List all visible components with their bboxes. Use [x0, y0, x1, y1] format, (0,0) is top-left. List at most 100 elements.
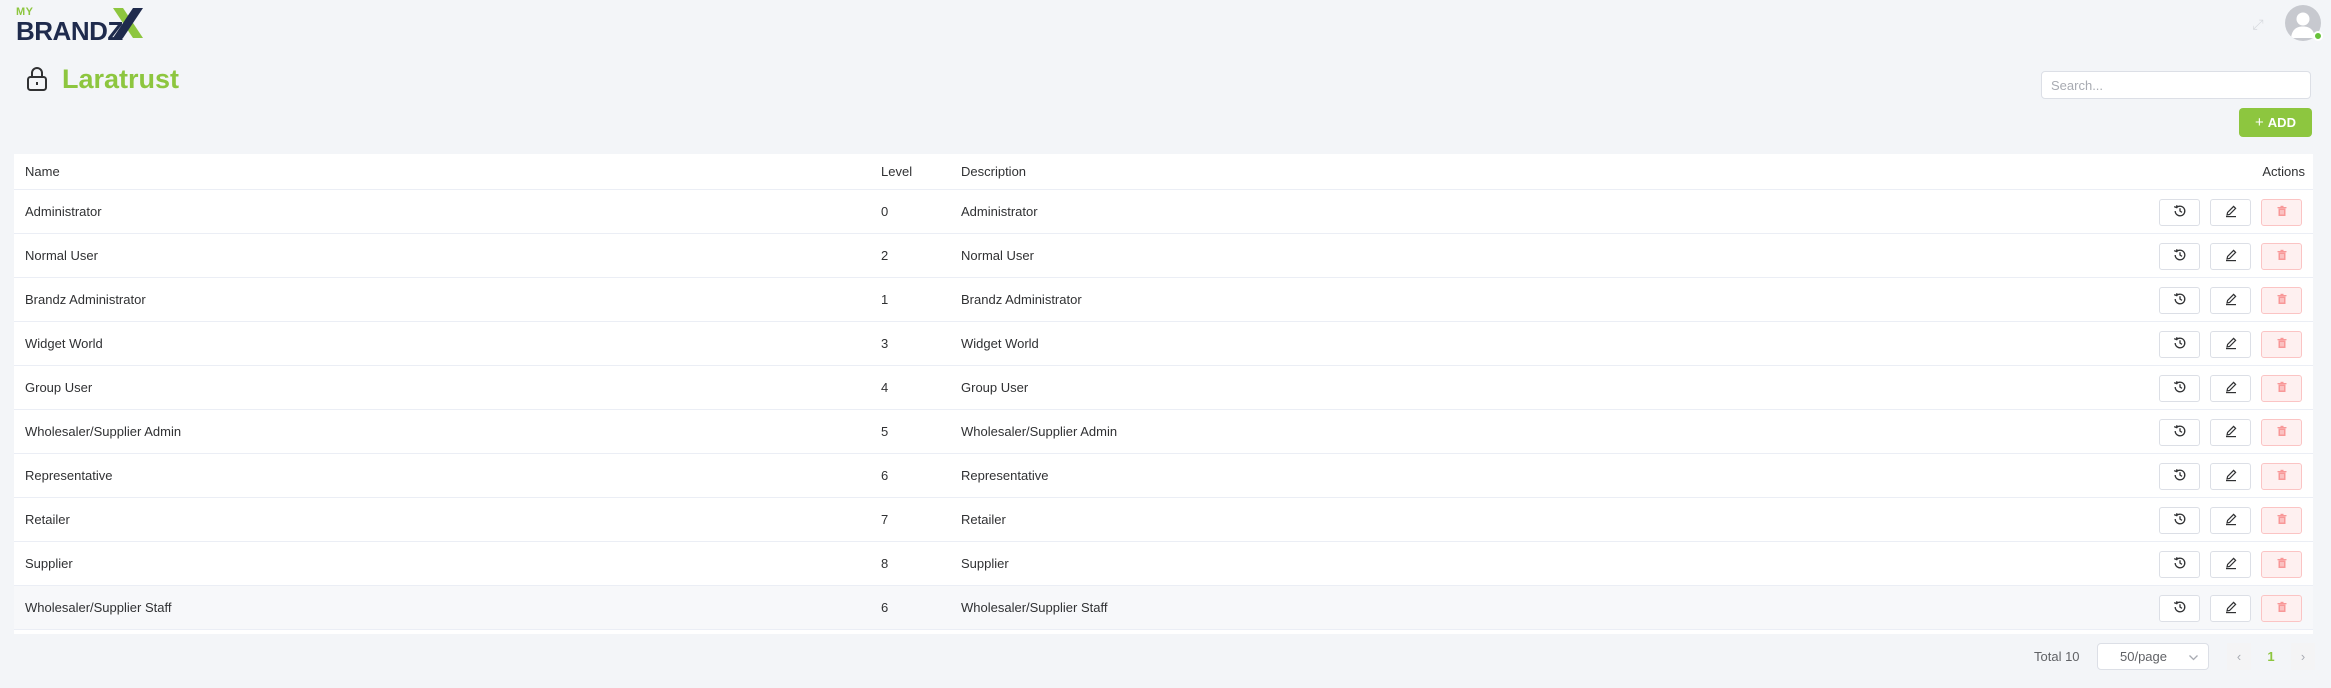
delete-icon: [2276, 249, 2288, 264]
edit-button[interactable]: [2210, 551, 2251, 578]
history-icon: [2173, 336, 2187, 353]
delete-button[interactable]: [2261, 595, 2302, 622]
delete-button[interactable]: [2261, 331, 2302, 358]
cell-name: Wholesaler/Supplier Staff: [25, 600, 172, 615]
edit-icon: [2224, 292, 2238, 309]
table-row[interactable]: Wholesaler/Supplier Staff 6 Wholesaler/Sup…: [14, 586, 2313, 630]
row-actions: [2159, 507, 2302, 534]
search-input[interactable]: [2041, 71, 2311, 99]
delete-icon: [2276, 205, 2288, 220]
cell-level: 1: [881, 292, 889, 307]
row-actions: [2159, 199, 2302, 226]
delete-icon: [2276, 425, 2288, 440]
edit-icon: [2224, 204, 2238, 221]
history-icon: [2173, 380, 2187, 397]
delete-button[interactable]: [2261, 243, 2302, 270]
chevron-right-icon[interactable]: ›: [2291, 643, 2315, 670]
plus-icon: +: [2255, 114, 2264, 131]
edit-button[interactable]: [2210, 375, 2251, 402]
history-button[interactable]: [2159, 507, 2200, 534]
history-button[interactable]: [2159, 287, 2200, 314]
add-button[interactable]: + ADD: [2239, 108, 2312, 137]
history-icon: [2173, 248, 2187, 265]
cell-description: Group User: [961, 380, 1029, 395]
delete-icon: [2276, 381, 2288, 396]
table-row[interactable]: Brandz Administrator 1 Brandz Administrato…: [14, 278, 2313, 322]
page-number[interactable]: 1: [2259, 643, 2283, 670]
table-row[interactable]: Group User 4 Group User: [14, 366, 2313, 410]
delete-button[interactable]: [2261, 507, 2302, 534]
delete-button[interactable]: [2261, 199, 2302, 226]
row-actions: [2159, 331, 2302, 358]
history-button[interactable]: [2159, 331, 2200, 358]
cell-description: Administrator: [961, 204, 1038, 219]
table-row[interactable]: Wholesaler/Supplier Admin 5 Wholesaler/Sup…: [14, 410, 2313, 454]
table-row[interactable]: Administrator 0 Administrator: [14, 190, 2313, 234]
cell-level: 3: [881, 336, 889, 351]
edit-button[interactable]: [2210, 463, 2251, 490]
row-actions: [2159, 595, 2302, 622]
edit-button[interactable]: [2210, 199, 2251, 226]
cell-level: 6: [881, 468, 889, 483]
row-actions: [2159, 243, 2302, 270]
table-row[interactable]: Representative 6 Representative: [14, 454, 2313, 498]
delete-icon: [2276, 601, 2288, 616]
edit-icon: [2224, 380, 2238, 397]
history-icon: [2173, 292, 2187, 309]
history-button[interactable]: [2159, 243, 2200, 270]
table-row[interactable]: Retailer 7 Retailer: [14, 498, 2313, 542]
column-header-level[interactable]: Level: [881, 154, 912, 190]
cell-name: Widget World: [25, 336, 103, 351]
edit-button[interactable]: [2210, 595, 2251, 622]
delete-button[interactable]: [2261, 287, 2302, 314]
edit-button[interactable]: [2210, 507, 2251, 534]
cell-level: 0: [881, 204, 889, 219]
cell-description: Supplier: [961, 556, 1009, 571]
history-button[interactable]: [2159, 419, 2200, 446]
cell-name: Brandz Administrator: [25, 292, 146, 307]
history-button[interactable]: [2159, 463, 2200, 490]
roles-table: Name Level Description Actions Administr…: [14, 154, 2313, 634]
chevron-down-icon: [2189, 655, 2198, 661]
delete-button[interactable]: [2261, 551, 2302, 578]
history-button[interactable]: [2159, 199, 2200, 226]
edit-button[interactable]: [2210, 287, 2251, 314]
cell-description: Wholesaler/Supplier Admin: [961, 424, 1118, 439]
column-header-description[interactable]: Description: [961, 154, 1026, 190]
edit-icon: [2224, 468, 2238, 485]
page-size-select[interactable]: 50/page: [2097, 643, 2209, 670]
delete-button[interactable]: [2261, 419, 2302, 446]
delete-button[interactable]: [2261, 463, 2302, 490]
brand-logo[interactable]: MY BRANDZ: [16, 6, 146, 46]
cell-name: Retailer: [25, 512, 70, 527]
fullscreen-icon[interactable]: ⤢: [2250, 16, 2266, 32]
edit-icon: [2224, 336, 2238, 353]
history-button[interactable]: [2159, 551, 2200, 578]
column-header-name[interactable]: Name: [25, 154, 60, 190]
edit-button[interactable]: [2210, 243, 2251, 270]
row-actions: [2159, 551, 2302, 578]
cell-name: Supplier: [25, 556, 73, 571]
table-row[interactable]: Normal User 2 Normal User: [14, 234, 2313, 278]
history-icon: [2173, 600, 2187, 617]
edit-icon: [2224, 512, 2238, 529]
chevron-left-icon[interactable]: ‹: [2227, 643, 2251, 670]
delete-button[interactable]: [2261, 375, 2302, 402]
online-status-badge: [2313, 31, 2323, 41]
page-size-value: 50/page: [2120, 649, 2167, 664]
row-actions: [2159, 375, 2302, 402]
edit-icon: [2224, 556, 2238, 573]
history-button[interactable]: [2159, 375, 2200, 402]
edit-button[interactable]: [2210, 331, 2251, 358]
cell-name: Representative: [25, 468, 113, 483]
edit-button[interactable]: [2210, 419, 2251, 446]
cell-description: Retailer: [961, 512, 1006, 527]
cell-level: 4: [881, 380, 889, 395]
table-row[interactable]: Supplier 8 Supplier: [14, 542, 2313, 586]
cell-level: 7: [881, 512, 889, 527]
table-row[interactable]: Widget World 3 Widget World: [14, 322, 2313, 366]
lock-icon: [27, 67, 47, 91]
row-actions: [2159, 419, 2302, 446]
history-button[interactable]: [2159, 595, 2200, 622]
page-title: Laratrust: [62, 64, 180, 94]
